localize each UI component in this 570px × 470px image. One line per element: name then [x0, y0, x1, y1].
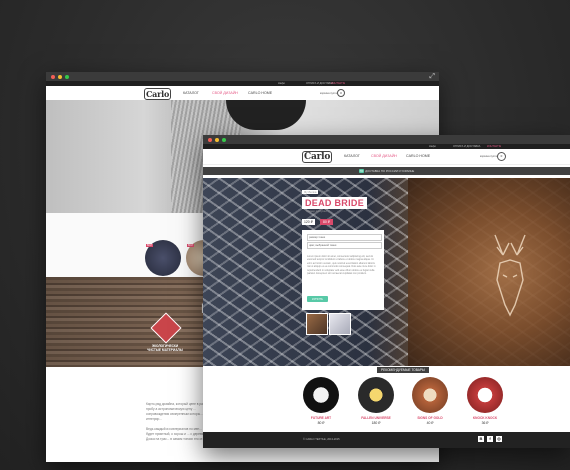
product-image-signs-of-gold[interactable]: [412, 377, 448, 413]
recommended-title: РЕКОМЕНДУЕМЫЕ ТОВАРЫ: [377, 367, 429, 373]
color-select[interactable]: цвет, выбранной ткани: [307, 242, 382, 249]
nav-own-design[interactable]: СВОЙ ДИЗАЙН: [212, 91, 238, 95]
nav-carlo-home[interactable]: CARLO HOME: [406, 154, 430, 158]
product-name[interactable]: KNOCK KNOCK: [462, 416, 508, 420]
topbar-link-contacts[interactable]: КОНТАКТЫ: [331, 82, 345, 85]
product-name[interactable]: FALLEN UNIVERSE: [353, 416, 399, 420]
cart-icon[interactable]: 0: [497, 152, 506, 161]
copyright-text: © CARLO TEXTILE, 2013-2015: [303, 438, 340, 441]
product-image-knock-knock[interactable]: [467, 377, 503, 413]
maximize-dot-icon[interactable]: [222, 137, 226, 142]
topbar-link-delivery[interactable]: ОПЛАТА И ДОСТАВКА: [453, 145, 480, 148]
buy-button[interactable]: КУПИТЬ: [307, 296, 329, 302]
topbar-link-home[interactable]: Нафо: [278, 82, 285, 85]
facebook-icon[interactable]: f: [487, 436, 493, 442]
vk-icon[interactable]: B: [478, 436, 484, 442]
product-price: 80 ₽: [317, 421, 325, 425]
back-window-chrome: ⤢: [46, 72, 439, 81]
nav-carlo-home[interactable]: CARLO HOME: [248, 91, 272, 95]
expand-icon[interactable]: ⤢: [429, 73, 435, 80]
product-price: 180 ₽: [371, 421, 381, 425]
product-price: 36 ₽: [481, 421, 489, 425]
close-dot-icon[interactable]: [51, 74, 55, 79]
nav-catalog[interactable]: КАТАЛОГ: [183, 91, 199, 95]
nav-own-design[interactable]: СВОЙ ДИЗАЙН: [371, 154, 397, 158]
topbar-link-home[interactable]: Нафо: [429, 145, 436, 148]
product-image-fallen-universe[interactable]: [358, 377, 394, 413]
product-title: DEAD BRIDE: [302, 197, 368, 209]
delivery-badge: ГО: [358, 169, 365, 173]
cart-status: корзина пуста: [480, 155, 497, 158]
deer-head-icon: [494, 234, 526, 317]
instagram-icon[interactable]: ◎: [496, 436, 502, 442]
logo[interactable]: Carlo: [302, 151, 333, 163]
product-thumbnail[interactable]: [329, 313, 351, 335]
circle-price-badge: 80 ₽: [146, 244, 153, 247]
product-description: Lorem ipsum dolor sit amet, consectetur …: [307, 255, 376, 276]
front-window-chrome: [203, 135, 570, 144]
circle-price-badge: 80 ₽: [187, 244, 194, 247]
product-subtitle: Размер доступен: [306, 210, 327, 213]
product-price: 40 ₽: [426, 421, 434, 425]
close-dot-icon[interactable]: [208, 137, 212, 142]
product-category-tag: Футболка: [302, 190, 319, 194]
topbar-link-delivery[interactable]: ОПЛАТА И ДОСТАВКА: [306, 82, 333, 85]
front-nav: Carlo КАТАЛОГ СВОЙ ДИЗАЙН CARLO HOME кор…: [203, 149, 570, 165]
price-new: 80 ₽: [320, 219, 333, 225]
front-delivery-strip: ГО ДОСТАВКА ПО РОССИИ И УКРАИНЕ: [203, 167, 570, 175]
cart-status: корзина пуста: [320, 92, 337, 95]
minimize-dot-icon[interactable]: [58, 74, 62, 79]
price-old: 120 ₽: [302, 219, 315, 225]
size-select[interactable]: размер ткани: [307, 234, 382, 241]
logo[interactable]: Carlo: [144, 88, 172, 100]
delivery-text: ДОСТАВКА ПО РОССИИ И УКРАИНЕ: [365, 169, 415, 173]
product-name[interactable]: SIGNS OF GOLD: [407, 416, 453, 420]
cart-icon[interactable]: 0: [337, 89, 345, 97]
product-name[interactable]: FUTURE ART: [298, 416, 344, 420]
topbar-link-contacts[interactable]: КОНТАКТЫ: [487, 145, 501, 148]
minimize-dot-icon[interactable]: [215, 137, 219, 142]
product-thumbnail[interactable]: [306, 313, 328, 335]
front-browser-window: Нафо ОПЛАТА И ДОСТАВКА КОНТАКТЫ Carlo КА…: [203, 135, 570, 448]
footer: [203, 432, 570, 448]
product-image-future-art[interactable]: [303, 377, 339, 413]
eco-materials-text: ЭКОЛОГИЧЕСКИ ЧИСТЫЕ МАТЕРИАЛЫ: [147, 344, 183, 352]
back-nav: Carlo КАТАЛОГ СВОЙ ДИЗАЙН CARLO HOME кор…: [46, 86, 439, 101]
maximize-dot-icon[interactable]: [65, 74, 69, 79]
nav-catalog[interactable]: КАТАЛОГ: [344, 154, 360, 158]
